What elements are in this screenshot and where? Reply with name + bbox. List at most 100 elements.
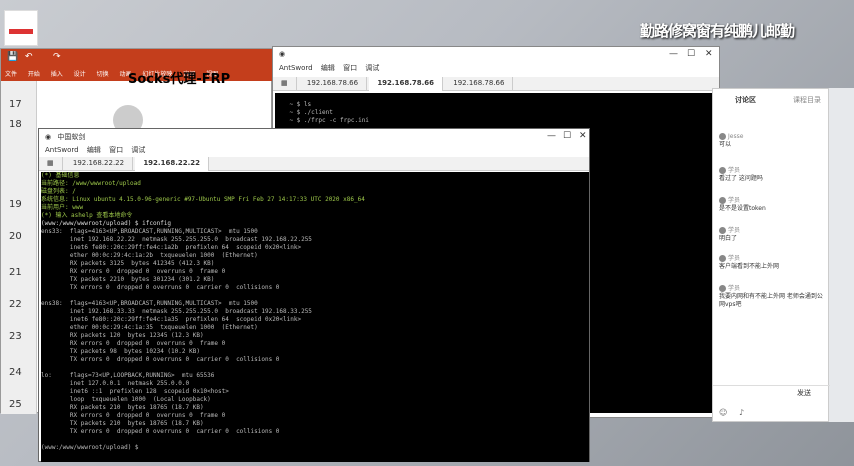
terminal-line: 当前路径: /www/wwwroot/upload: [41, 180, 141, 187]
side-panel: [828, 88, 854, 422]
tab-discussion[interactable]: 讨论区: [735, 95, 756, 105]
chat-message: Jesse 可以: [719, 133, 825, 149]
slide-number[interactable]: 17: [9, 99, 22, 110]
terminal-line: lo: flags=73<UP,LOOPBACK,RUNNING> mtu 65…: [41, 372, 215, 379]
terminal-line: ens33: flags=4163<UP,BROADCAST,RUNNING,M…: [41, 228, 258, 235]
slide-number[interactable]: 25: [9, 399, 22, 410]
close-icon[interactable]: ✕: [705, 49, 713, 59]
tab-course[interactable]: 课程目录: [793, 95, 821, 105]
tab-host[interactable]: 192.168.78.66: [299, 77, 368, 91]
terminal-line: inet6 fe80::20c:29ff:fe4c:1a35 prefixlen…: [41, 316, 302, 323]
slide-number[interactable]: 24: [9, 367, 22, 378]
tab-host[interactable]: 192.168.22.22: [135, 157, 209, 171]
terminal-output[interactable]: (*) 基础信息 当前路径: /www/wwwroot/upload 磁盘列表: /…: [41, 172, 589, 462]
menu-item[interactable]: AntSword: [279, 64, 313, 72]
slide-number[interactable]: 22: [9, 299, 22, 310]
undo-icon[interactable]: ↶: [25, 52, 33, 62]
chat-input-area[interactable]: 发送 ☺ ♪: [713, 385, 830, 423]
avatar: [719, 255, 726, 262]
watermark-text: 勤路修窝窗有纯鹏儿邮勤: [640, 22, 795, 40]
window-title: 中国蚁剑: [57, 133, 86, 141]
terminal-line: 当前用户: www: [41, 204, 84, 211]
terminal-line: inet 192.168.22.22 netmask 255.255.255.0…: [41, 236, 312, 243]
window-titlebar: ◉ 中国蚁剑: [39, 129, 589, 145]
avatar: [719, 285, 726, 292]
minimize-icon[interactable]: —: [547, 131, 556, 141]
antsword-logo-icon: ◉: [45, 133, 52, 141]
chat-text: 我要内网和有不能上外网 老师会通到公网vps吧: [719, 293, 823, 308]
slide-number[interactable]: 23: [9, 331, 22, 342]
chat-username: 学员: [728, 227, 741, 234]
slide-number[interactable]: 20: [9, 231, 22, 242]
slide-number[interactable]: 18: [9, 119, 22, 130]
close-icon[interactable]: ✕: [579, 131, 587, 141]
tab-host[interactable]: 192.168.78.66: [369, 77, 443, 91]
terminal-line: TX packets 2210 bytes 301234 (301.2 KB): [41, 276, 215, 283]
desktop-shortcut-icon[interactable]: [4, 10, 38, 46]
send-button[interactable]: 发送: [797, 388, 811, 398]
terminal-line: ether 00:0c:29:4c:1a:2b txqueuelen 1000 …: [41, 252, 258, 259]
terminal-line: RX errors 0 dropped 0 overruns 0 frame 0: [41, 412, 226, 419]
chat-text: 看过了 这问题吗: [719, 175, 763, 182]
terminal-line: ~ $ ls: [289, 101, 312, 108]
avatar: [719, 167, 726, 174]
chat-username: 学员: [728, 197, 741, 204]
chat-text: 客户端看到不能上外网: [719, 263, 780, 270]
tab-bar: ▦ 192.168.22.22 192.168.22.22: [39, 157, 589, 171]
ribbon-tab[interactable]: 文件: [5, 69, 17, 78]
slide-thumbnail-strip[interactable]: 17 18 19 20 21 22 23 24 25: [1, 81, 37, 414]
ppt-titlebar: 💾 ↶ ↷: [1, 49, 273, 67]
terminal-line: inet6 ::1 prefixlen 128 scopeid 0x10<hos…: [41, 388, 229, 395]
slide-title: Socks代理-FRP: [128, 72, 231, 87]
menu-item[interactable]: 编辑: [87, 146, 101, 154]
menu-item[interactable]: 编辑: [321, 64, 335, 72]
avatar: [719, 133, 726, 140]
chat-text: 是不是设置token: [719, 205, 766, 212]
home-tab-icon[interactable]: ▦: [39, 157, 63, 171]
terminal-line: inet 192.168.33.33 netmask 255.255.255.0…: [41, 308, 312, 315]
menu-item[interactable]: 窗口: [109, 146, 123, 154]
chat-text: 明白了: [719, 235, 738, 242]
terminal-line: inet 127.0.0.1 netmask 255.0.0.0: [41, 380, 190, 387]
terminal-line: TX errors 0 dropped 0 overruns 0 carrier…: [41, 356, 280, 363]
terminal-line: ens38: flags=4163<UP,BROADCAST,RUNNING,M…: [41, 300, 258, 307]
menu-item[interactable]: 调试: [131, 146, 145, 154]
terminal-line: inet6 fe80::20c:29ff:fe4c:1a2b prefixlen…: [41, 244, 302, 251]
terminal-line: TX packets 98 bytes 10234 (10.2 KB): [41, 348, 200, 355]
menubar: AntSword 编辑 窗口 调试: [39, 145, 589, 157]
slide-number[interactable]: 21: [9, 267, 22, 278]
terminal-line: (www:/www/wwwroot/upload) $: [41, 444, 139, 451]
ribbon-tab[interactable]: 插入: [51, 69, 63, 78]
menubar: AntSword 编辑 窗口 调试: [273, 63, 719, 75]
maximize-icon[interactable]: ☐: [563, 131, 571, 141]
slide-number[interactable]: 19: [9, 199, 22, 210]
tab-host[interactable]: 192.168.78.66: [445, 77, 514, 91]
antsword-window-front: ◉ 中国蚁剑 — ☐ ✕ AntSword 编辑 窗口 调试 ▦ 192.168…: [38, 128, 590, 462]
terminal-line: ~ $ ./client: [289, 109, 333, 116]
tab-host[interactable]: 192.168.22.22: [65, 157, 134, 171]
menu-item[interactable]: 调试: [365, 64, 379, 72]
maximize-icon[interactable]: ☐: [687, 49, 695, 59]
tab-bar: ▦ 192.168.78.66 192.168.78.66 192.168.78…: [273, 77, 719, 91]
chat-message: 学员 我要内网和有不能上外网 老师会通到公网vps吧: [719, 285, 825, 309]
window-titlebar: ◉: [273, 47, 719, 63]
terminal-line: ether 00:0c:29:4c:1a:35 txqueuelen 1000 …: [41, 324, 258, 331]
menu-item[interactable]: 窗口: [343, 64, 357, 72]
chat-panel: 讨论区 课程目录 Jesse 可以 学员 看过了 这问题吗 学员 是不是设置to…: [712, 88, 830, 423]
terminal-line: RX errors 0 dropped 0 overruns 0 frame 0: [41, 340, 226, 347]
avatar: [719, 227, 726, 234]
home-tab-icon[interactable]: ▦: [273, 77, 297, 91]
ribbon-tab[interactable]: 切换: [97, 69, 109, 78]
ribbon-tab[interactable]: 开始: [28, 69, 40, 78]
ribbon-tab[interactable]: 设计: [74, 69, 86, 78]
emoji-icon[interactable]: ☺: [719, 408, 727, 417]
save-icon[interactable]: 💾: [7, 52, 18, 62]
minimize-icon[interactable]: —: [669, 49, 678, 59]
menu-item[interactable]: AntSword: [45, 146, 79, 154]
chat-message: 学员 看过了 这问题吗: [719, 167, 825, 183]
redo-icon[interactable]: ↷: [53, 52, 61, 62]
mic-icon[interactable]: ♪: [739, 408, 744, 417]
terminal-line: 磁盘列表: /: [41, 188, 76, 195]
